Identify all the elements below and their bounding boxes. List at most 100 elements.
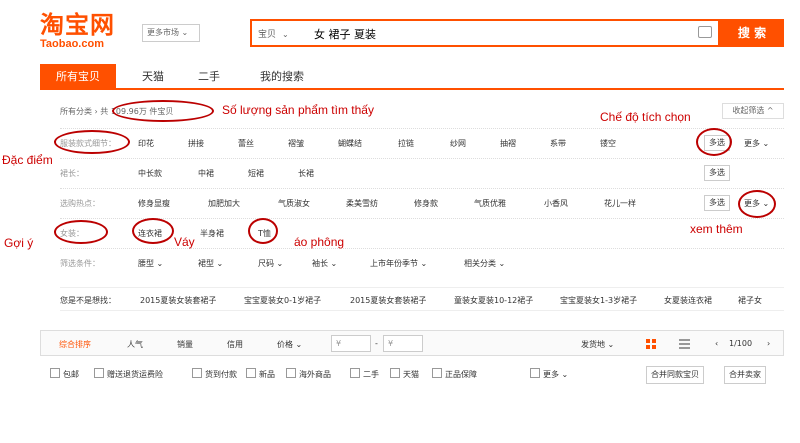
- filter-option[interactable]: 长裙: [298, 168, 314, 179]
- more-services-button[interactable]: 更多 ⌄: [530, 368, 568, 380]
- filter-option[interactable]: 拼接: [188, 138, 204, 149]
- filter-option[interactable]: 拉链: [398, 138, 414, 149]
- checkbox-return-insurance[interactable]: 赠送退货运费险: [94, 368, 163, 380]
- filter-option[interactable]: 花儿一样: [604, 198, 636, 209]
- suggestion-link[interactable]: 童装女夏装10-12裙子: [454, 295, 533, 306]
- did-you-mean-bar: 您是不是想找： 2015夏装女装套裙子 宝宝夏装女0-1岁裙子 2015夏装女套…: [60, 287, 784, 311]
- filter-option[interactable]: 蝴蝶结: [338, 138, 362, 149]
- annotation-suggestions: Gợi ý: [4, 236, 34, 250]
- checkbox-new[interactable]: 新品: [246, 368, 275, 380]
- tab-all-items[interactable]: 所有宝贝: [40, 64, 116, 90]
- price-min-input[interactable]: ¥: [331, 335, 371, 352]
- filter-option[interactable]: 褶皱: [288, 138, 304, 149]
- page-indicator: 1/100: [729, 339, 753, 348]
- filter-option[interactable]: 小香风: [544, 198, 568, 209]
- tab-second-hand[interactable]: 二手: [186, 64, 232, 90]
- sort-default[interactable]: 综合排序: [59, 339, 91, 350]
- highlight-oval: [54, 220, 108, 244]
- filter-option[interactable]: 镂空: [600, 138, 616, 149]
- checkbox-overseas[interactable]: 海外商品: [286, 368, 331, 380]
- annotation-features: Đặc điểm: [2, 153, 53, 167]
- page-next-button[interactable]: ›: [767, 339, 770, 348]
- filter-dropdown-related[interactable]: 相关分类 ⌄: [464, 258, 505, 269]
- filter-option[interactable]: 纱网: [450, 138, 466, 149]
- filter-dropdown-waist[interactable]: 腰型 ⌄: [138, 258, 163, 269]
- suggestion-link[interactable]: 裙子女: [738, 295, 762, 306]
- suggestion-link[interactable]: 宝宝夏装女0-1岁裙子: [244, 295, 321, 306]
- breadcrumb-all-categories[interactable]: 所有分类 ›: [60, 107, 98, 116]
- sort-sales[interactable]: 销量: [177, 339, 193, 350]
- sort-popularity[interactable]: 人气: [127, 339, 143, 350]
- merge-sellers-button[interactable]: 合并卖家: [724, 366, 766, 384]
- more-options-button[interactable]: 更多 ⌄: [744, 138, 769, 149]
- suggestion-link[interactable]: 宝宝夏装女1-3岁裙子: [560, 295, 637, 306]
- list-view-icon[interactable]: [679, 339, 690, 349]
- highlight-oval: [738, 190, 776, 218]
- search-category-select[interactable]: 宝贝 ⌄: [258, 27, 289, 40]
- checkbox-second-hand[interactable]: 二手: [350, 368, 379, 380]
- annotation-result-count: Số lượng sản phẩm tìm thấy: [222, 103, 374, 117]
- service-filter-bar: 包邮 赠送退货运费险 货到付款 新品 海外商品 二手 天猫 正品保障 更多 ⌄ …: [40, 362, 784, 388]
- filter-dropdown-size[interactable]: 尺码 ⌄: [258, 258, 283, 269]
- annotation-tshirt: áo phông: [294, 235, 345, 249]
- filter-label: 裙长：: [60, 169, 84, 178]
- highlight-oval: [696, 128, 732, 156]
- multi-select-button[interactable]: 多选: [704, 195, 730, 211]
- sort-credit[interactable]: 信用: [227, 339, 243, 350]
- grid-view-icon[interactable]: [646, 339, 656, 349]
- filter-option[interactable]: 印花: [138, 138, 154, 149]
- checkbox-cod[interactable]: 货到付款: [192, 368, 237, 380]
- filter-option[interactable]: 短裙: [248, 168, 264, 179]
- price-max-input[interactable]: ¥: [383, 335, 423, 352]
- more-markets-dropdown[interactable]: 更多市场 ⌄: [142, 24, 200, 42]
- filter-row-skirt-length: 裙长： 中长款 中裙 短裙 长裙 多选: [60, 158, 784, 186]
- search-input[interactable]: 女 裙子 夏装: [314, 26, 376, 42]
- checkbox-tmall[interactable]: 天猫: [390, 368, 419, 380]
- filter-option[interactable]: 修身款: [414, 198, 438, 209]
- suggestion-link[interactable]: 2015夏装女装套裙子: [140, 295, 216, 306]
- filter-option[interactable]: 中裙: [198, 168, 214, 179]
- highlight-oval: [112, 100, 214, 122]
- did-you-mean-label: 您是不是想找：: [60, 296, 116, 305]
- filter-option[interactable]: 气质优雅: [474, 198, 506, 209]
- camera-icon[interactable]: [698, 26, 712, 38]
- suggestion-link[interactable]: 女夏装连衣裙: [664, 295, 712, 306]
- filter-option[interactable]: 柔美雪纺: [346, 198, 378, 209]
- filter-option[interactable]: 修身显瘦: [138, 198, 170, 209]
- price-dash: -: [375, 339, 378, 348]
- search-tabs: 所有宝贝 天猫 二手 我的搜索: [40, 64, 784, 90]
- filter-label: 筛选条件：: [60, 259, 100, 268]
- filter-option[interactable]: 加肥加大: [208, 198, 240, 209]
- filter-option[interactable]: 中长款: [138, 168, 162, 179]
- logo-english: Taobao.com: [40, 38, 104, 50]
- checkbox-free-shipping[interactable]: 包邮: [50, 368, 79, 380]
- filter-dropdown-skirt-type[interactable]: 裙型 ⌄: [198, 258, 223, 269]
- sort-price[interactable]: 价格 ⌄: [277, 339, 302, 350]
- tab-tmall[interactable]: 天猫: [126, 64, 180, 90]
- filter-row-conditions: 筛选条件： 腰型 ⌄ 裙型 ⌄ 尺码 ⌄ 袖长 ⌄ 上市年份季节 ⌄ 相关分类 …: [60, 248, 784, 276]
- merge-same-items-button[interactable]: 合并同款宝贝: [646, 366, 704, 384]
- taobao-logo[interactable]: 淘宝网 Taobao.com: [40, 12, 140, 50]
- annotation-dress: Váy: [174, 235, 195, 249]
- filter-dropdown-season[interactable]: 上市年份季节 ⌄: [370, 258, 427, 269]
- search-button[interactable]: 搜 索: [720, 19, 784, 47]
- filter-option[interactable]: 系带: [550, 138, 566, 149]
- filter-dropdown-sleeve[interactable]: 袖长 ⌄: [312, 258, 337, 269]
- multi-select-button[interactable]: 多选: [704, 165, 730, 181]
- search-box[interactable]: 宝贝 ⌄ 女 裙子 夏装: [250, 19, 720, 47]
- checkbox-genuine[interactable]: 正品保障: [432, 368, 477, 380]
- collapse-filters-button[interactable]: 收起筛选 ^: [722, 103, 784, 119]
- logo-chinese: 淘宝网: [40, 11, 115, 39]
- filter-option[interactable]: 气质淑女: [278, 198, 310, 209]
- page-prev-button[interactable]: ‹: [715, 339, 718, 348]
- highlight-oval: [54, 130, 130, 154]
- filter-row-style-details: 服装款式细节： 印花 拼接 蕾丝 褶皱 蝴蝶结 拉链 纱网 抽褶 系带 镂空 多…: [60, 128, 784, 156]
- filter-option[interactable]: 抽褶: [500, 138, 516, 149]
- filter-option[interactable]: 蕾丝: [238, 138, 254, 149]
- ship-from-dropdown[interactable]: 发货地 ⌄: [581, 339, 614, 350]
- filter-label: 选购热点：: [60, 199, 100, 208]
- filter-option-half-skirt[interactable]: 半身裙: [200, 228, 224, 239]
- highlight-oval: [248, 218, 278, 244]
- suggestion-link[interactable]: 2015夏装女套装裙子: [350, 295, 426, 306]
- tab-my-search[interactable]: 我的搜索: [244, 64, 320, 90]
